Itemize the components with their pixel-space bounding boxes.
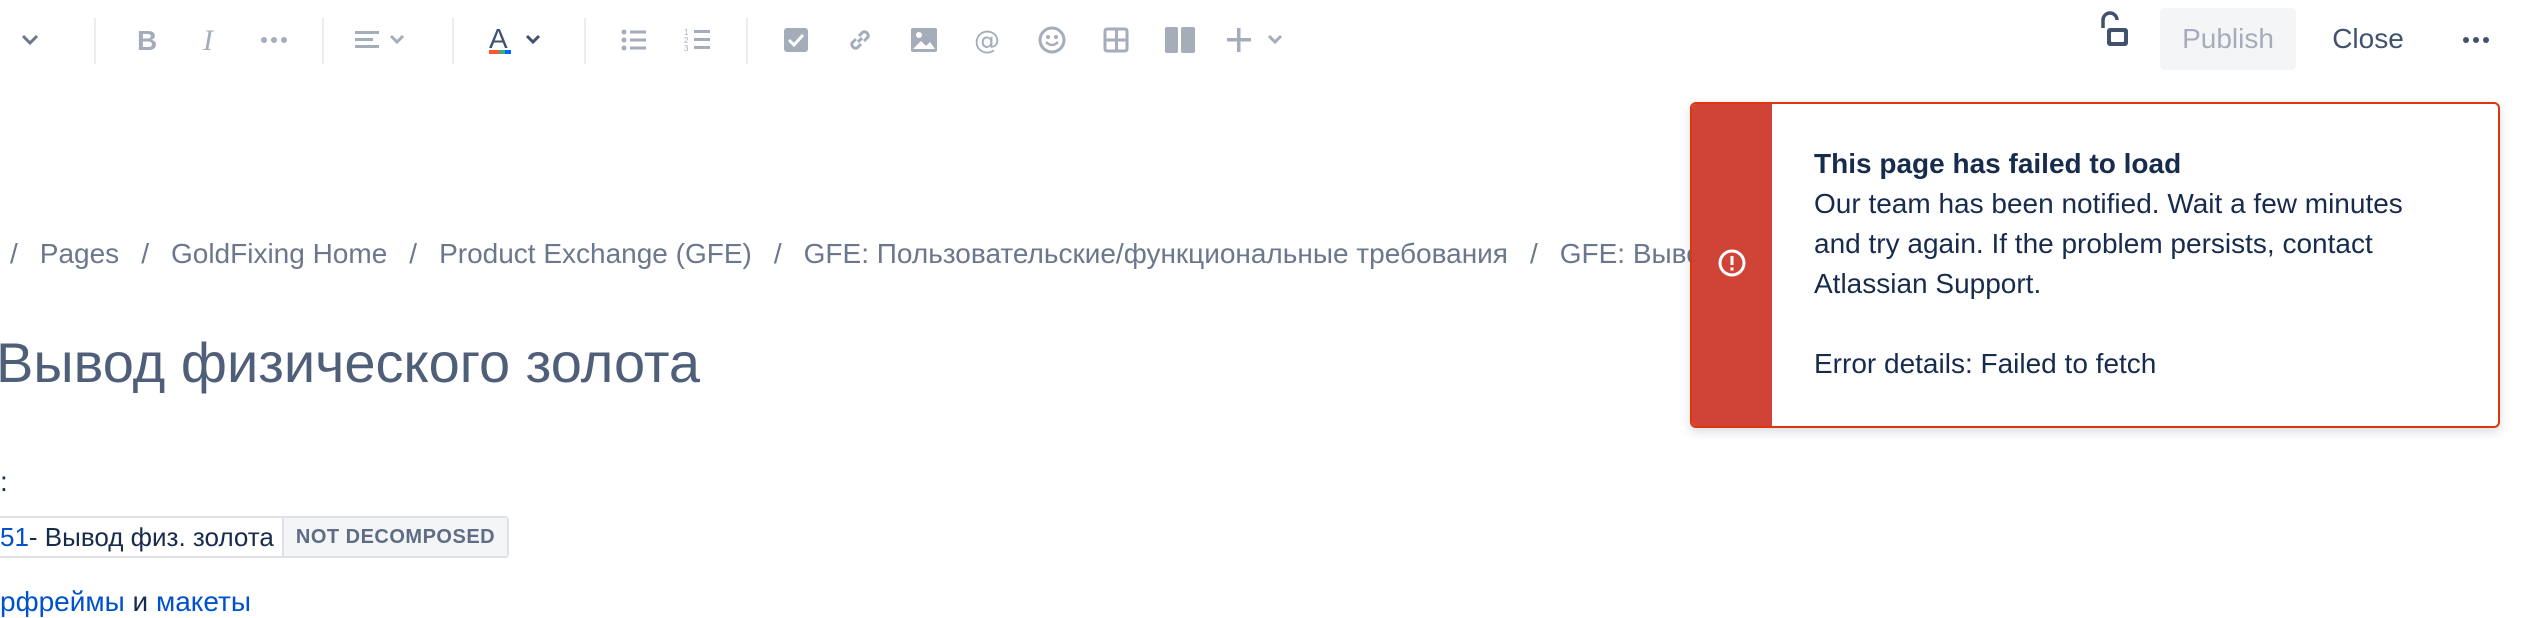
unlock-icon[interactable] [2090,8,2136,52]
links-conjunction: и [124,586,156,617]
links-paragraph: рфреймы и макеты [0,586,251,618]
wireframes-link[interactable]: рфреймы [0,586,125,617]
numbered-list-icon[interactable]: 123 [676,18,720,62]
more-icon[interactable] [2454,18,2498,62]
breadcrumb-item-product-exchange[interactable]: Product Exchange (GFE) [439,238,752,270]
svg-text:@: @ [974,26,1000,55]
toolbar-divider [452,18,454,64]
align-icon[interactable] [350,18,416,62]
toolbar-divider [584,18,586,64]
jira-issue-key[interactable]: 51 [0,522,29,553]
breadcrumb-separator: / [1529,238,1538,269]
mockups-link[interactable]: макеты [156,586,251,617]
svg-text:A: A [489,24,508,54]
breadcrumb-item-requirements[interactable]: GFE: Пользовательские/функциональные тре… [804,238,1508,270]
toolbar-divider [746,18,748,64]
breadcrumb-item-pages[interactable]: Pages [40,238,119,270]
image-icon[interactable] [902,18,946,62]
breadcrumb-separator: / [409,238,418,269]
breadcrumb-separator: / [141,238,149,269]
breadcrumb-separator: / [773,238,782,269]
jira-issue-summary: - Вывод физ. золота [28,521,274,552]
editor-toolbar: B I A 123 @ Publish Close [0,0,2538,80]
flag-accent-bar [1692,104,1772,426]
publish-button[interactable]: Publish [2160,8,2296,70]
text-color-icon[interactable]: A [482,18,550,62]
chevron-down-icon[interactable] [10,18,50,62]
bold-icon[interactable]: B [124,18,168,62]
jira-status-badge: NOT DECOMPOSED [281,518,508,556]
close-button[interactable]: Close [2318,8,2418,70]
table-icon[interactable] [1094,18,1138,62]
svg-text:3: 3 [684,44,689,53]
page-title[interactable]: Вывод физического золота [0,330,700,395]
jira-issue-macro[interactable]: 51 - Вывод физ. золота NOT DECOMPOSED [0,516,510,558]
breadcrumb-item-goldfixing-home[interactable]: GoldFixing Home [171,238,387,270]
flag-content: This page has failed to load Our team ha… [1814,144,2454,384]
more-formatting-icon[interactable] [252,18,296,62]
emoji-icon[interactable] [1030,18,1074,62]
flag-title: This page has failed to load [1814,148,2182,179]
flag-error-details: Error details: Failed to fetch [1814,348,2157,379]
italic-icon[interactable]: I [188,18,232,62]
toolbar-divider [322,18,324,64]
toolbar-divider [94,18,96,64]
mention-icon[interactable]: @ [966,18,1010,62]
insert-plus-icon[interactable] [1222,18,1294,62]
breadcrumb: / Pages / GoldFixing Home / Product Exch… [0,234,1764,274]
task-list-icon[interactable] [774,18,818,62]
body-text-colon: : [0,466,8,497]
layout-icon[interactable] [1158,18,1202,62]
svg-text:I: I [202,26,215,54]
breadcrumb-separator: / [10,238,18,269]
error-icon [1717,248,1747,283]
svg-text:B: B [137,26,157,54]
link-icon[interactable] [838,18,882,62]
bullet-list-icon[interactable] [612,18,656,62]
error-flag: This page has failed to load Our team ha… [1690,102,2500,428]
flag-message: Our team has been notified. Wait a few m… [1814,188,2403,299]
